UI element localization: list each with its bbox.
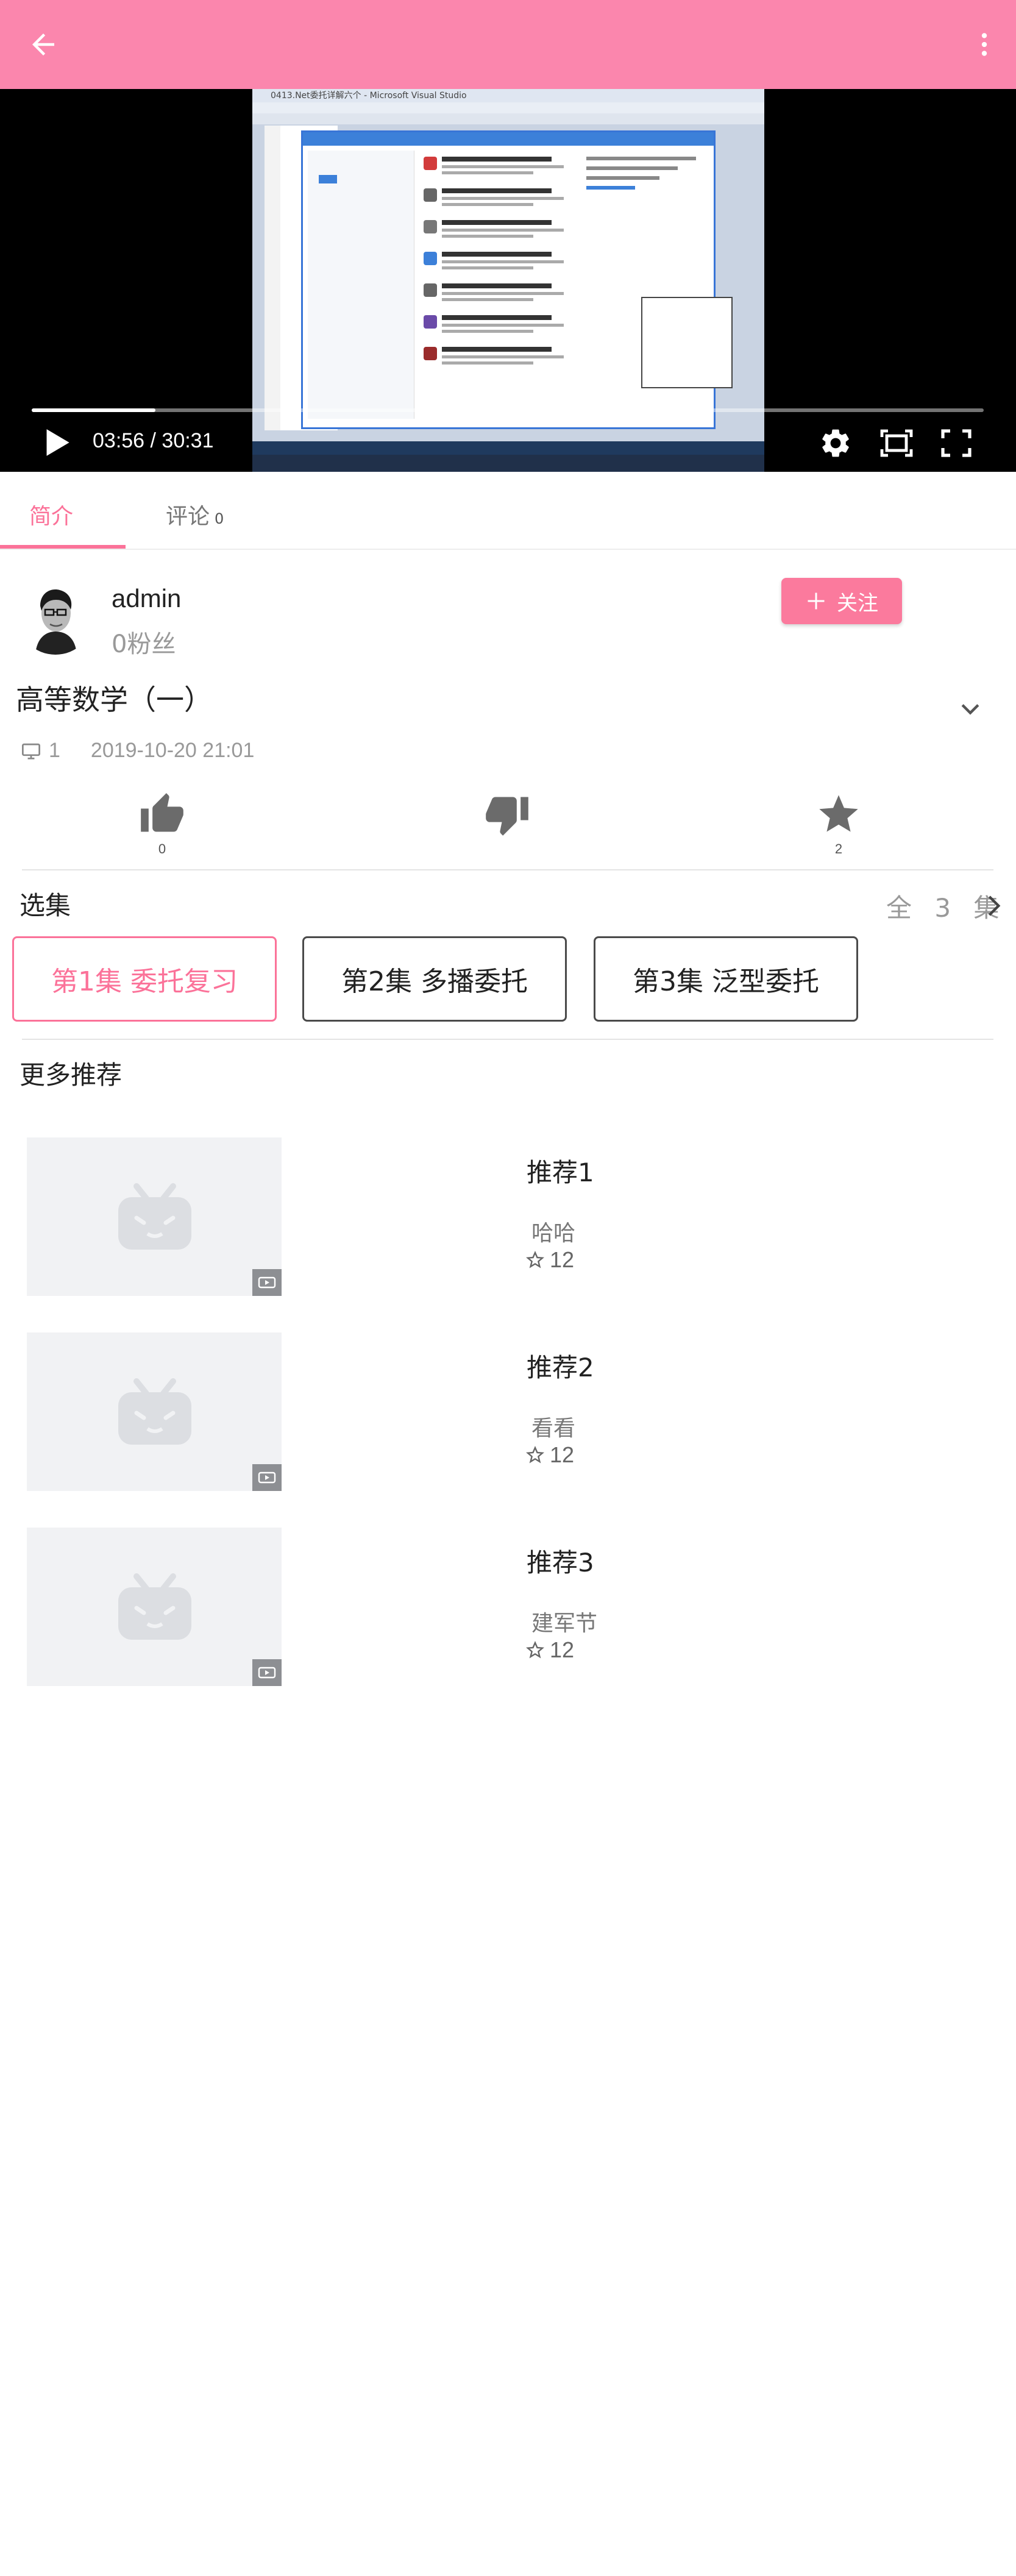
plus-icon bbox=[805, 590, 827, 612]
favorite-button[interactable]: 2 bbox=[808, 790, 869, 875]
play-badge-icon bbox=[252, 1269, 282, 1296]
recommend-stars: 12 bbox=[525, 1247, 574, 1273]
video-frame: 0413.Net委托详解六个 - Microsoft Visual Studio bbox=[252, 89, 764, 472]
recommend-stars: 12 bbox=[525, 1637, 574, 1663]
recommend-label: 更多推荐 bbox=[20, 1060, 123, 1090]
video-meta: 1 2019-10-20 21:01 bbox=[21, 739, 254, 763]
back-button[interactable] bbox=[22, 23, 65, 66]
video-dialog-graphic bbox=[301, 130, 733, 429]
comment-count: 0 bbox=[215, 510, 224, 527]
video-player[interactable]: 0413.Net委托详解六个 - Microsoft Visual Studio bbox=[0, 89, 1016, 472]
episode-button-3[interactable]: 第3集 泛型委托 bbox=[594, 936, 858, 1022]
follow-button[interactable]: 关注 bbox=[781, 578, 902, 624]
recommend-title[interactable]: 推荐1 bbox=[527, 1152, 594, 1189]
tab-intro-label: 简介 bbox=[29, 504, 74, 529]
recommend-star-count: 12 bbox=[550, 1247, 575, 1272]
episode-button-2[interactable]: 第2集 多播委托 bbox=[302, 936, 567, 1022]
star-outline-icon bbox=[526, 1640, 544, 1659]
view-count: 1 bbox=[49, 739, 60, 762]
bilibili-placeholder-icon bbox=[118, 1378, 191, 1445]
recommend-subtitle: 建军节 bbox=[531, 1611, 598, 1636]
recommend-thumbnail[interactable] bbox=[27, 1332, 282, 1491]
fans-count: 0粉丝 bbox=[112, 630, 176, 658]
divider bbox=[22, 869, 993, 870]
star-icon bbox=[814, 790, 863, 839]
tab-indicator bbox=[0, 545, 126, 549]
recommend-star-count: 12 bbox=[550, 1637, 575, 1662]
recommend-stars: 12 bbox=[525, 1442, 574, 1468]
recommend-star-count: 12 bbox=[550, 1442, 575, 1467]
episodes-more-button[interactable] bbox=[980, 892, 1007, 919]
video-progress-fill bbox=[32, 408, 156, 412]
recommend-thumbnail[interactable] bbox=[27, 1137, 282, 1296]
video-title: 高等数学（一） bbox=[16, 683, 212, 716]
recommend-title[interactable]: 推荐2 bbox=[527, 1347, 594, 1384]
fullscreen-button[interactable] bbox=[936, 425, 976, 461]
more-vertical-icon bbox=[981, 33, 987, 56]
follow-label: 关注 bbox=[837, 591, 878, 616]
arrow-left-icon bbox=[32, 34, 54, 55]
aspect-ratio-icon bbox=[880, 429, 913, 457]
like-button[interactable]: 0 bbox=[132, 790, 193, 875]
recommend-subtitle: 哈哈 bbox=[531, 1221, 576, 1246]
recommend-item[interactable]: 推荐3 建军节 12 bbox=[0, 1528, 1016, 1692]
chevron-right-icon bbox=[988, 895, 1001, 916]
tab-comments[interactable]: 评论 0 bbox=[166, 499, 224, 530]
play-icon bbox=[46, 429, 69, 456]
more-options-button[interactable] bbox=[966, 23, 1003, 66]
star-outline-icon bbox=[526, 1250, 544, 1268]
recommend-title[interactable]: 推荐3 bbox=[527, 1542, 594, 1579]
video-time: 03:56 / 30:31 bbox=[93, 429, 214, 452]
recommend-thumbnail[interactable] bbox=[27, 1528, 282, 1686]
aspect-ratio-button[interactable] bbox=[876, 425, 917, 461]
recommend-subtitle: 看看 bbox=[531, 1416, 576, 1441]
video-progress-bar[interactable] bbox=[32, 408, 984, 412]
uploader-name[interactable]: admin bbox=[112, 584, 181, 613]
dislike-button[interactable] bbox=[477, 790, 538, 875]
app-bar bbox=[0, 0, 1016, 89]
avatar[interactable] bbox=[17, 578, 94, 655]
favorite-count: 2 bbox=[834, 841, 843, 856]
expand-description-button[interactable] bbox=[953, 692, 987, 727]
star-outline-icon bbox=[526, 1445, 544, 1464]
fullscreen-icon bbox=[941, 429, 972, 457]
divider bbox=[22, 1039, 993, 1040]
tab-comments-label: 评论 bbox=[166, 504, 210, 529]
tab-intro[interactable]: 简介 bbox=[29, 499, 73, 530]
chevron-down-icon bbox=[961, 704, 979, 715]
tab-bar: 简介 评论 0 bbox=[0, 472, 1016, 550]
episodes-label: 选集 bbox=[20, 891, 71, 920]
play-button[interactable] bbox=[40, 425, 74, 460]
settings-button[interactable] bbox=[817, 425, 854, 461]
video-window-title: 0413.Net委托详解六个 - Microsoft Visual Studio bbox=[252, 89, 764, 102]
play-badge-icon bbox=[252, 1659, 282, 1686]
tv-icon bbox=[21, 742, 43, 760]
recommend-item[interactable]: 推荐1 哈哈 12 bbox=[0, 1137, 1016, 1302]
episode-button-1[interactable]: 第1集 委托复习 bbox=[12, 936, 277, 1022]
gear-icon bbox=[822, 429, 849, 457]
publish-date: 2019-10-20 21:01 bbox=[90, 739, 255, 762]
thumb-up-icon bbox=[138, 790, 187, 839]
recommend-item[interactable]: 推荐2 看看 12 bbox=[0, 1332, 1016, 1497]
bilibili-placeholder-icon bbox=[118, 1573, 191, 1640]
thumb-down-icon bbox=[483, 790, 531, 839]
play-badge-icon bbox=[252, 1464, 282, 1491]
avatar-image bbox=[17, 578, 94, 655]
like-count: 0 bbox=[158, 841, 166, 856]
bilibili-placeholder-icon bbox=[118, 1183, 191, 1250]
